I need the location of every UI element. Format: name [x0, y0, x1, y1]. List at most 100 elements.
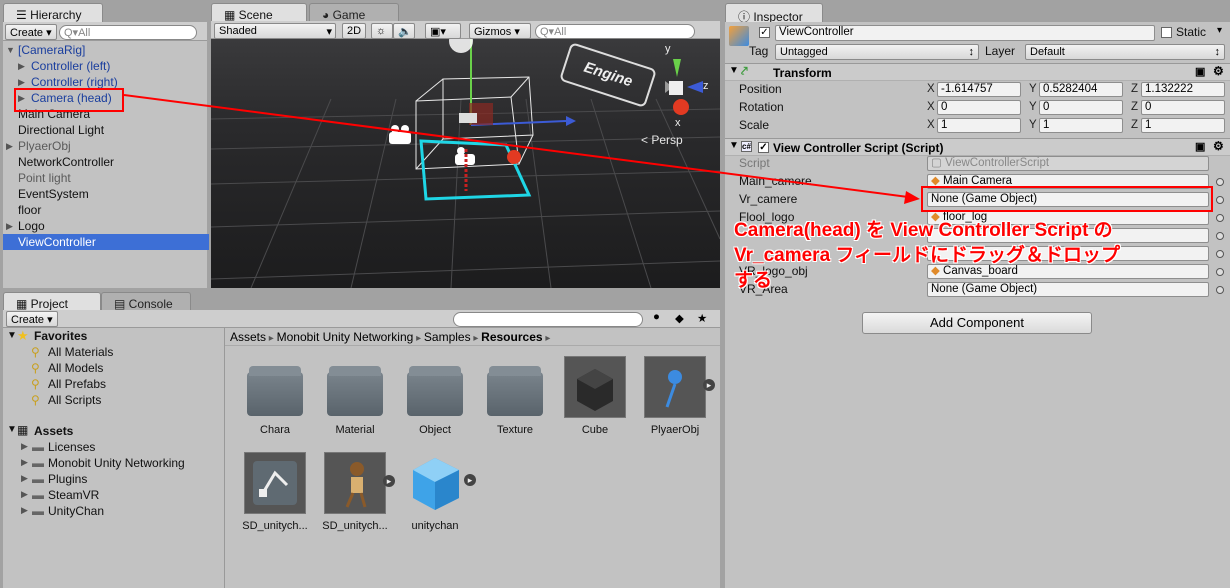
active-checkbox[interactable]: ✓	[759, 27, 770, 38]
expand-arrow-icon[interactable]: ▶	[21, 457, 28, 468]
layer-dropdown[interactable]: Default ↕	[1025, 44, 1225, 60]
hierarchy-item[interactable]: EventSystem	[3, 186, 209, 202]
expand-arrow-icon[interactable]: ▼	[6, 42, 15, 58]
mode-2d-button[interactable]: 2D	[342, 23, 366, 39]
breadcrumb-item[interactable]: Assets	[230, 330, 266, 344]
object-picker-icon[interactable]	[1216, 196, 1224, 204]
breadcrumb-item[interactable]: Monobit Unity Networking	[277, 330, 414, 344]
gear-icon[interactable]: ⚙	[1213, 64, 1224, 78]
transform-header[interactable]: ▼ ⤤ Transform ▣ ⚙	[725, 63, 1230, 81]
audio-toggle-icon[interactable]: 🔈	[393, 23, 415, 39]
play-preview-icon[interactable]: ▸	[464, 474, 476, 486]
expand-arrow-icon[interactable]: ▶	[21, 489, 28, 500]
scene-orientation-gizmo[interactable]: y z x	[651, 43, 711, 129]
breadcrumb-item[interactable]: Resources	[481, 330, 542, 344]
script-enabled-checkbox[interactable]: ✓	[758, 142, 769, 153]
add-component-button[interactable]: Add Component	[862, 312, 1092, 334]
tab-scene[interactable]: ▦ Scene	[211, 3, 307, 23]
expand-arrow-icon[interactable]: ▶	[21, 441, 28, 452]
hierarchy-item[interactable]: Point light	[3, 170, 209, 186]
rot-y-field[interactable]: 0	[1039, 100, 1123, 115]
object-picker-icon[interactable]	[1216, 178, 1224, 186]
filter-type-icon[interactable]: ●	[653, 311, 660, 323]
favorite-item[interactable]: All Scripts	[48, 393, 101, 407]
asset-tile[interactable]: Texture	[475, 356, 555, 436]
filter-label-icon[interactable]: ◆	[675, 311, 684, 325]
asset-tile[interactable]: SD_unitych...	[235, 452, 315, 532]
expand-arrow-icon[interactable]: ▶	[21, 505, 28, 516]
asset-tile[interactable]: Chara	[235, 356, 315, 436]
persp-label[interactable]: < Persp	[641, 133, 683, 147]
favorite-item[interactable]: All Prefabs	[48, 377, 106, 391]
hierarchy-item[interactable]: ▼ [CameraRig]	[3, 42, 209, 58]
hierarchy-create-button[interactable]: Create ▾	[5, 24, 57, 40]
pos-y-field[interactable]: 0.5282404	[1039, 82, 1123, 97]
asset-folder-item[interactable]: Monobit Unity Networking	[48, 456, 185, 470]
asset-folder-item[interactable]: UnityChan	[48, 504, 104, 518]
play-preview-icon[interactable]: ▸	[703, 379, 715, 391]
asset-tile[interactable]: ▸ PlyaerObj	[635, 356, 715, 436]
favorite-item[interactable]: All Models	[48, 361, 103, 375]
tab-inspector[interactable]: ⓘ Inspector	[725, 3, 823, 24]
asset-tile[interactable]: ▸ unitychan	[395, 452, 476, 532]
project-create-button[interactable]: Create ▾	[6, 311, 58, 327]
breadcrumb-item[interactable]: Samples	[424, 330, 471, 344]
position-label: Position	[739, 82, 782, 96]
asset-tile[interactable]: Object	[395, 356, 475, 436]
gear-icon[interactable]: ⚙	[1213, 139, 1224, 153]
script-header[interactable]: ▼ c# ✓ View Controller Script (Script) ▣…	[725, 138, 1230, 156]
scl-x-field[interactable]: 1	[937, 118, 1021, 133]
help-book-icon[interactable]: ▣	[1195, 140, 1205, 153]
expand-arrow-icon[interactable]: ▶	[6, 218, 13, 234]
static-dropdown-icon[interactable]: ▾	[1217, 25, 1222, 36]
light-toggle-icon[interactable]: ☼	[371, 23, 393, 39]
scene-search-input[interactable]: Q▾All	[535, 24, 695, 39]
object-picker-icon[interactable]	[1216, 232, 1224, 240]
pos-x-field[interactable]: -1.614757	[937, 82, 1021, 97]
rot-z-field[interactable]: 0	[1141, 100, 1225, 115]
hierarchy-item[interactable]: Directional Light	[3, 122, 209, 138]
tag-dropdown[interactable]: Untagged ↕	[775, 44, 979, 60]
tab-hierarchy[interactable]: ☰ Hierarchy	[3, 3, 103, 23]
tab-project[interactable]: ▦ Project	[3, 292, 101, 312]
help-book-icon[interactable]: ▣	[1195, 65, 1205, 78]
object-picker-icon[interactable]	[1216, 268, 1224, 276]
tab-console[interactable]: ▤ Console	[101, 292, 191, 312]
expand-arrow-icon[interactable]: ▶	[21, 473, 28, 484]
asset-tile[interactable]: ▸ SD_unitych...	[315, 452, 395, 532]
asset-folder-item[interactable]: Licenses	[48, 440, 95, 454]
hierarchy-toolbar: Create ▾ Q▾All	[3, 22, 207, 41]
expand-arrow-icon[interactable]: ▶	[18, 58, 25, 74]
asset-folder-item[interactable]: SteamVR	[48, 488, 99, 502]
scl-y-field[interactable]: 1	[1039, 118, 1123, 133]
favorite-star-icon[interactable]: ★	[697, 311, 707, 325]
shading-dropdown[interactable]: Shaded ▾	[214, 23, 336, 39]
asset-tile[interactable]: Cube	[555, 356, 635, 436]
play-preview-icon[interactable]: ▸	[383, 475, 395, 487]
favorite-item[interactable]: All Materials	[48, 345, 113, 359]
scene-viewport[interactable]: Engine y z x < Persp	[211, 39, 720, 288]
scl-z-field[interactable]: 1	[1141, 118, 1225, 133]
hierarchy-item[interactable]: floor	[3, 202, 209, 218]
hierarchy-search-input[interactable]: Q▾All	[59, 25, 197, 40]
effects-dropdown-icon[interactable]: ▣▾	[425, 23, 461, 39]
project-search-input[interactable]	[453, 312, 643, 327]
tab-game[interactable]: ◕ Game	[309, 3, 399, 23]
object-name-field[interactable]: ViewController	[775, 25, 1155, 41]
hierarchy-item[interactable]: ▶ Controller (left)	[3, 58, 209, 74]
hierarchy-item[interactable]: NetworkController	[3, 154, 209, 170]
object-picker-icon[interactable]	[1216, 214, 1224, 222]
expand-arrow-icon[interactable]: ▶	[6, 138, 13, 154]
object-picker-icon[interactable]	[1216, 286, 1224, 294]
static-checkbox[interactable]	[1161, 27, 1172, 38]
gizmos-dropdown[interactable]: Gizmos ▾	[469, 23, 531, 39]
hierarchy-item[interactable]: ▶ Logo	[3, 218, 209, 234]
asset-tile[interactable]: Material	[315, 356, 395, 436]
object-picker-icon[interactable]	[1216, 250, 1224, 258]
rot-x-field[interactable]: 0	[937, 100, 1021, 115]
annotation-line-1: Camera(head) を View Controller Script の	[734, 220, 1113, 241]
hierarchy-item[interactable]: ViewController	[3, 234, 209, 250]
pos-z-field[interactable]: 1.132222	[1141, 82, 1225, 97]
hierarchy-item[interactable]: ▶ PlyaerObj	[3, 138, 209, 154]
asset-folder-item[interactable]: Plugins	[48, 472, 87, 486]
